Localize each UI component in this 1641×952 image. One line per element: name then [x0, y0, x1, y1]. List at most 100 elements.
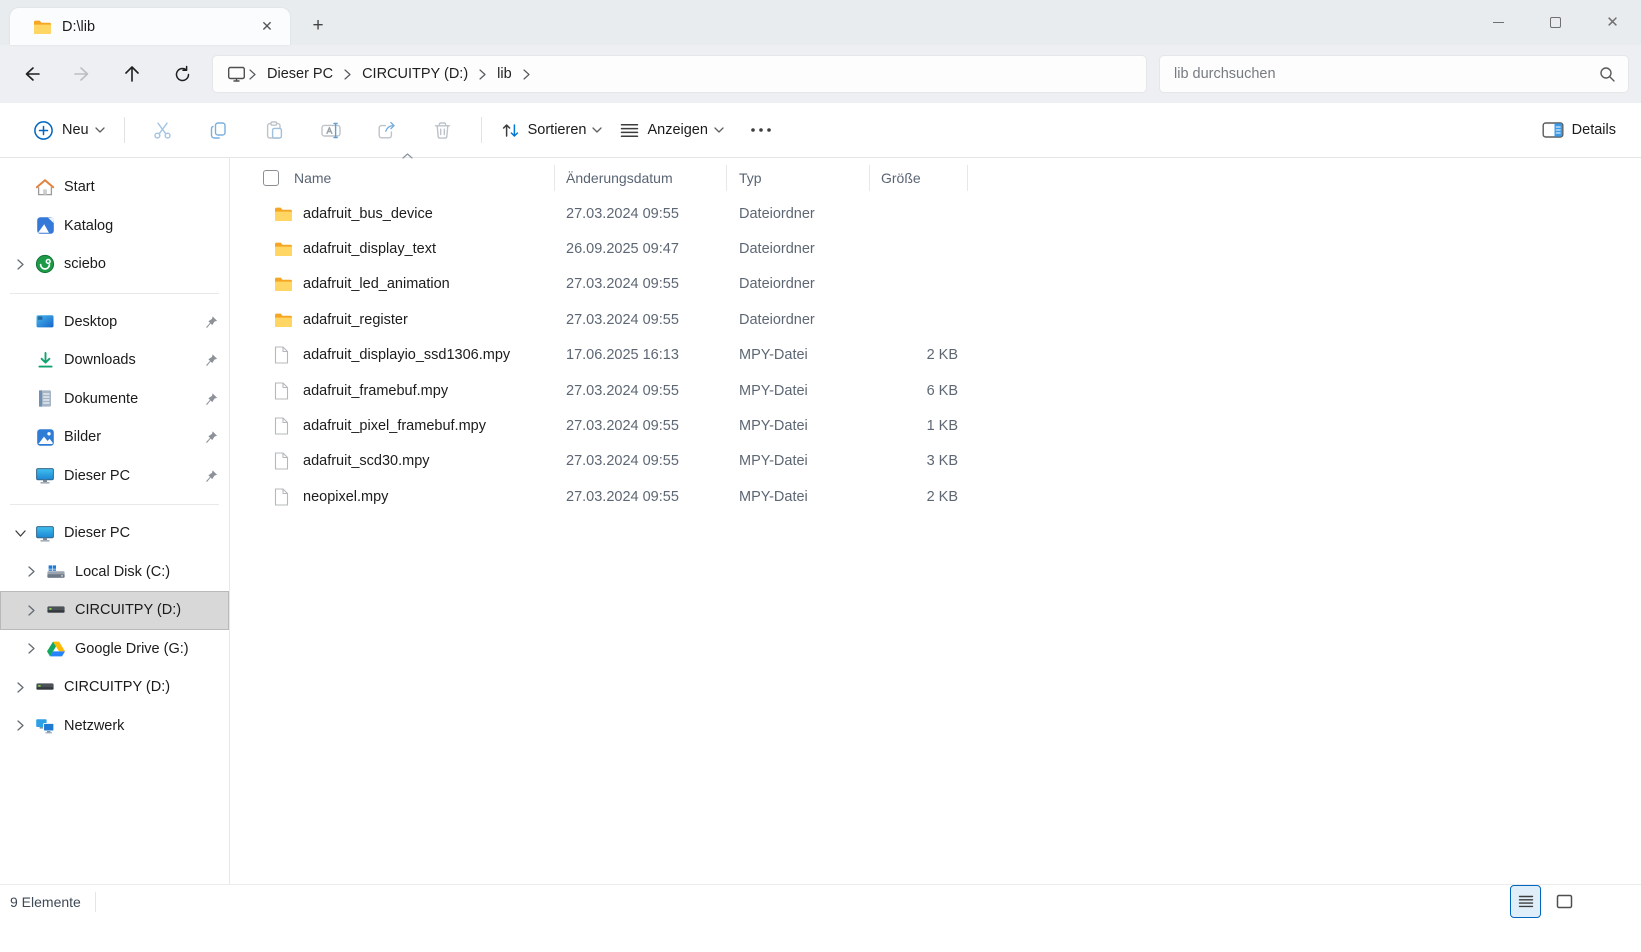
- view-button[interactable]: Anzeigen: [611, 111, 732, 149]
- sidebar-item-local-disk-c-[interactable]: Local Disk (C:): [0, 553, 229, 592]
- breadcrumb-chevron-icon[interactable]: [344, 69, 351, 80]
- refresh-button[interactable]: [162, 56, 202, 92]
- sidebar-item-google-drive-g-[interactable]: Google Drive (G:): [0, 630, 229, 669]
- sidebar-item-label: Downloads: [64, 352, 136, 368]
- column-header-size[interactable]: Größe: [870, 165, 968, 191]
- file-name: adafruit_register: [303, 312, 408, 328]
- status-separator: [95, 892, 96, 912]
- sidebar-item-start[interactable]: Start: [0, 168, 229, 207]
- search-input[interactable]: [1174, 66, 1599, 82]
- select-all-checkbox[interactable]: [263, 170, 279, 186]
- breadcrumb-chevron-icon[interactable]: [523, 69, 530, 80]
- sort-button[interactable]: Sortieren: [492, 111, 612, 149]
- breadcrumb-chevron-icon[interactable]: [249, 69, 256, 80]
- file-size: 3 KB: [870, 453, 968, 469]
- maximize-button[interactable]: [1527, 3, 1584, 43]
- sidebar-item-dieser-pc[interactable]: Dieser PC: [0, 457, 229, 496]
- paste-button[interactable]: [253, 111, 297, 149]
- minimize-icon: [1493, 22, 1504, 23]
- chevron-down-icon[interactable]: [13, 530, 27, 537]
- delete-button[interactable]: [421, 111, 465, 149]
- column-header-type[interactable]: Typ: [727, 165, 870, 191]
- column-header-date[interactable]: Änderungsdatum: [555, 165, 727, 191]
- pin-icon: [205, 431, 218, 444]
- details-pane-button[interactable]: Details: [1533, 111, 1625, 149]
- close-window-button[interactable]: ✕: [1584, 3, 1641, 43]
- thumbnail-view-button[interactable]: [1549, 885, 1580, 918]
- table-row[interactable]: adafruit_framebuf.mpy 27.03.2024 09:55 M…: [230, 373, 1641, 408]
- table-row[interactable]: adafruit_bus_device 27.03.2024 09:55 Dat…: [230, 196, 1641, 231]
- search-icon[interactable]: [1599, 66, 1616, 83]
- table-row[interactable]: adafruit_register 27.03.2024 09:55 Datei…: [230, 302, 1641, 337]
- table-row[interactable]: adafruit_display_text 26.09.2025 09:47 D…: [230, 231, 1641, 266]
- more-options-button[interactable]: [739, 111, 783, 149]
- sidebar-item-circuitpy-d-[interactable]: CIRCUITPY (D:): [0, 591, 229, 630]
- search-box[interactable]: [1159, 55, 1629, 93]
- table-row[interactable]: adafruit_displayio_ssd1306.mpy 17.06.202…: [230, 338, 1641, 373]
- back-button[interactable]: [12, 56, 52, 92]
- breadcrumb-item[interactable]: lib: [489, 62, 520, 86]
- breadcrumb-chevron-icon[interactable]: [479, 69, 486, 80]
- table-row[interactable]: adafruit_pixel_framebuf.mpy 27.03.2024 0…: [230, 408, 1641, 443]
- chevron-right-icon[interactable]: [24, 643, 38, 654]
- chevron-right-icon[interactable]: [13, 682, 27, 693]
- sidebar-item-dieser-pc[interactable]: Dieser PC: [0, 514, 229, 553]
- file-size: 2 KB: [870, 347, 968, 363]
- breadcrumb-item[interactable]: CIRCUITPY (D:): [354, 62, 476, 86]
- sidebar-item-label: CIRCUITPY (D:): [75, 602, 181, 618]
- breadcrumb[interactable]: Dieser PC CIRCUITPY (D:) lib: [212, 55, 1147, 93]
- up-button[interactable]: [112, 56, 152, 92]
- gdrive-icon: [46, 639, 66, 659]
- table-row[interactable]: adafruit_led_animation 27.03.2024 09:55 …: [230, 267, 1641, 302]
- chevron-right-icon[interactable]: [24, 605, 38, 616]
- details-view-button[interactable]: [1510, 885, 1541, 918]
- chevron-right-icon[interactable]: [24, 566, 38, 577]
- new-tab-button[interactable]: +: [302, 10, 334, 42]
- rename-button[interactable]: [309, 111, 353, 149]
- sidebar-item-dokumente[interactable]: Dokumente: [0, 380, 229, 419]
- copy-button[interactable]: [197, 111, 241, 149]
- column-label-type: Typ: [739, 170, 762, 186]
- table-row[interactable]: adafruit_scd30.mpy 27.03.2024 09:55 MPY-…: [230, 444, 1641, 479]
- file-date: 27.03.2024 09:55: [555, 418, 727, 434]
- sidebar-item-desktop[interactable]: Desktop: [0, 303, 229, 342]
- tab-bar: D:\lib ✕ + ✕: [0, 0, 1641, 45]
- share-button[interactable]: [365, 111, 409, 149]
- tab-d-lib[interactable]: D:\lib ✕: [10, 8, 290, 45]
- file-icon: [274, 488, 293, 506]
- chevron-right-icon[interactable]: [13, 720, 27, 731]
- breadcrumb-item[interactable]: Dieser PC: [259, 62, 341, 86]
- home-icon: [35, 177, 55, 197]
- sidebar-item-label: sciebo: [64, 256, 106, 272]
- file-name: adafruit_framebuf.mpy: [303, 383, 448, 399]
- sidebar-item-bilder[interactable]: Bilder: [0, 418, 229, 457]
- minimize-button[interactable]: [1470, 3, 1527, 43]
- table-row[interactable]: neopixel.mpy 27.03.2024 09:55 MPY-Datei …: [230, 479, 1641, 514]
- close-tab-button[interactable]: ✕: [254, 14, 280, 40]
- sidebar-item-sciebo[interactable]: sciebo: [0, 245, 229, 284]
- sidebar-item-downloads[interactable]: Downloads: [0, 341, 229, 380]
- sidebar-item-netzwerk[interactable]: Netzwerk: [0, 707, 229, 746]
- file-icon: [274, 382, 293, 400]
- desktop-icon: [35, 312, 55, 332]
- sidebar-divider: [10, 293, 219, 294]
- sidebar-item-label: Dieser PC: [64, 468, 130, 484]
- column-header-name[interactable]: Name: [230, 165, 555, 191]
- close-icon: ✕: [1606, 15, 1619, 30]
- status-bar: 9 Elemente: [0, 884, 1641, 952]
- sidebar-item-label: Desktop: [64, 314, 117, 330]
- new-button[interactable]: Neu: [24, 111, 114, 149]
- pin-icon: [205, 469, 218, 482]
- forward-button[interactable]: [62, 56, 102, 92]
- sidebar-item-katalog[interactable]: Katalog: [0, 207, 229, 246]
- tab-title: D:\lib: [62, 19, 254, 35]
- chevron-right-icon[interactable]: [13, 259, 27, 270]
- file-name: adafruit_scd30.mpy: [303, 453, 430, 469]
- column-headers: Name Änderungsdatum Typ Größe: [230, 160, 1641, 196]
- cut-button[interactable]: [141, 111, 185, 149]
- usb-drive-icon: [46, 600, 66, 620]
- file-icon: [274, 452, 293, 470]
- sidebar-item-label: Dieser PC: [64, 525, 130, 541]
- command-toolbar: Neu Sortieren Anzeigen: [0, 103, 1641, 158]
- sidebar-item-circuitpy-d-[interactable]: CIRCUITPY (D:): [0, 668, 229, 707]
